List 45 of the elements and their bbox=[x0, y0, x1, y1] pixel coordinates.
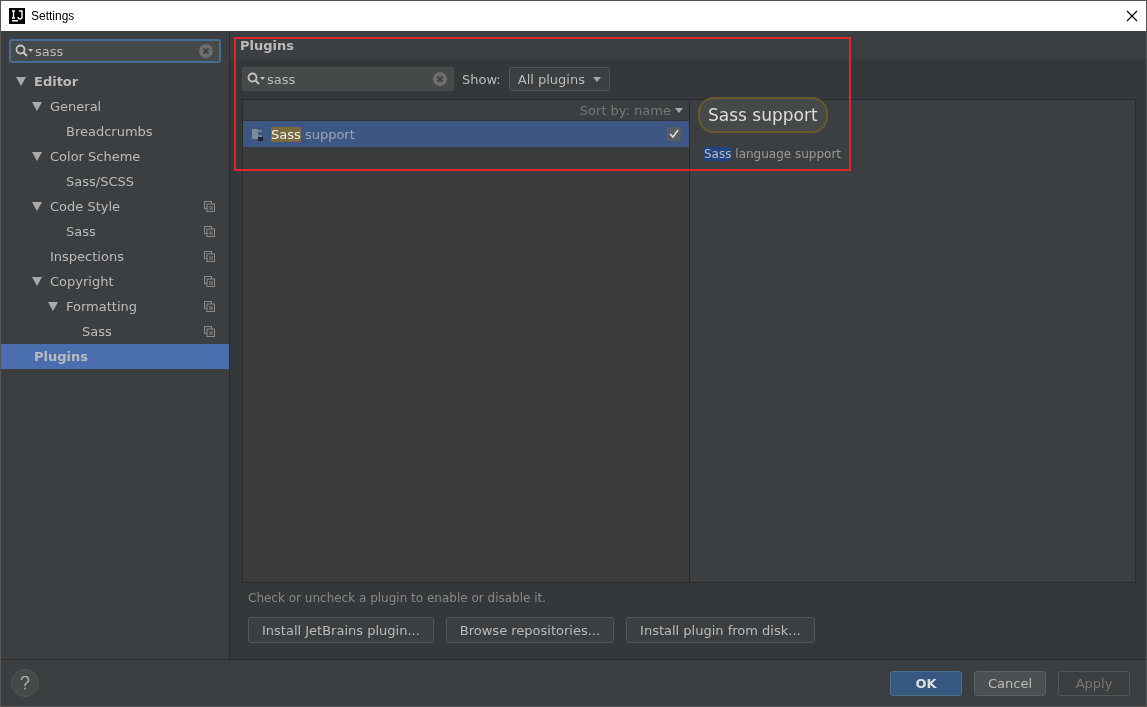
tree-item[interactable]: General bbox=[1, 94, 229, 119]
help-icon bbox=[20, 676, 30, 690]
app-logo-icon bbox=[9, 8, 25, 24]
tree-item[interactable]: Inspections bbox=[1, 244, 229, 269]
action-button[interactable]: Install JetBrains plugin... bbox=[248, 617, 434, 643]
search-field[interactable]: sass bbox=[35, 43, 197, 59]
tree-item[interactable]: Copyright bbox=[1, 269, 229, 294]
help-button[interactable] bbox=[11, 669, 39, 697]
plugin-description: Sass language support bbox=[703, 147, 843, 161]
plugin-search-field[interactable]: sass bbox=[267, 71, 431, 87]
checkbox[interactable] bbox=[667, 127, 681, 141]
plugin-row[interactable]: Sass support bbox=[243, 121, 689, 147]
dialog-button[interactable]: Cancel bbox=[974, 670, 1046, 696]
caret-icon bbox=[593, 76, 601, 82]
expanded-arrow-icon[interactable] bbox=[48, 302, 58, 311]
search-icon bbox=[247, 72, 265, 86]
plug-icon bbox=[249, 126, 265, 142]
tree-item[interactable]: Sass/SCSS bbox=[1, 169, 229, 194]
hint-text: Check or uncheck a plugin to enable or disable it. bbox=[248, 591, 548, 605]
tree-item[interactable]: Color Scheme bbox=[1, 144, 229, 169]
close-icon[interactable] bbox=[1126, 10, 1138, 22]
tree-item[interactable]: Sass bbox=[1, 219, 229, 244]
plugin-name: Sass support bbox=[271, 126, 356, 142]
show-dropdown[interactable]: All plugins bbox=[508, 67, 610, 91]
expanded-arrow-icon[interactable] bbox=[32, 152, 42, 161]
tree-item[interactable]: Breadcrumbs bbox=[1, 119, 229, 144]
expanded-arrow-icon[interactable] bbox=[32, 202, 42, 211]
caret-icon bbox=[675, 107, 683, 113]
tree-item[interactable]: Code Style bbox=[1, 194, 229, 219]
action-button[interactable]: Browse repositories... bbox=[445, 617, 615, 643]
page-title: Plugins bbox=[240, 37, 294, 53]
plugin-search-box[interactable]: sass bbox=[242, 67, 454, 91]
search-icon bbox=[15, 44, 33, 58]
tree-item[interactable]: Sass bbox=[1, 319, 229, 344]
action-button[interactable]: Install plugin from disk... bbox=[626, 617, 815, 643]
expanded-arrow-icon[interactable] bbox=[16, 77, 26, 86]
tree-item[interactable]: Formatting bbox=[1, 294, 229, 319]
expanded-arrow-icon[interactable] bbox=[32, 277, 42, 286]
window-title: Settings bbox=[31, 9, 76, 23]
show-label: Show: bbox=[462, 71, 501, 87]
search-box[interactable]: sass bbox=[9, 39, 221, 63]
plugin-title: Sass support bbox=[698, 97, 828, 133]
expanded-arrow-icon[interactable] bbox=[32, 102, 42, 111]
tree-item[interactable]: Editor bbox=[1, 69, 229, 94]
ok-button[interactable]: OK bbox=[890, 670, 962, 696]
